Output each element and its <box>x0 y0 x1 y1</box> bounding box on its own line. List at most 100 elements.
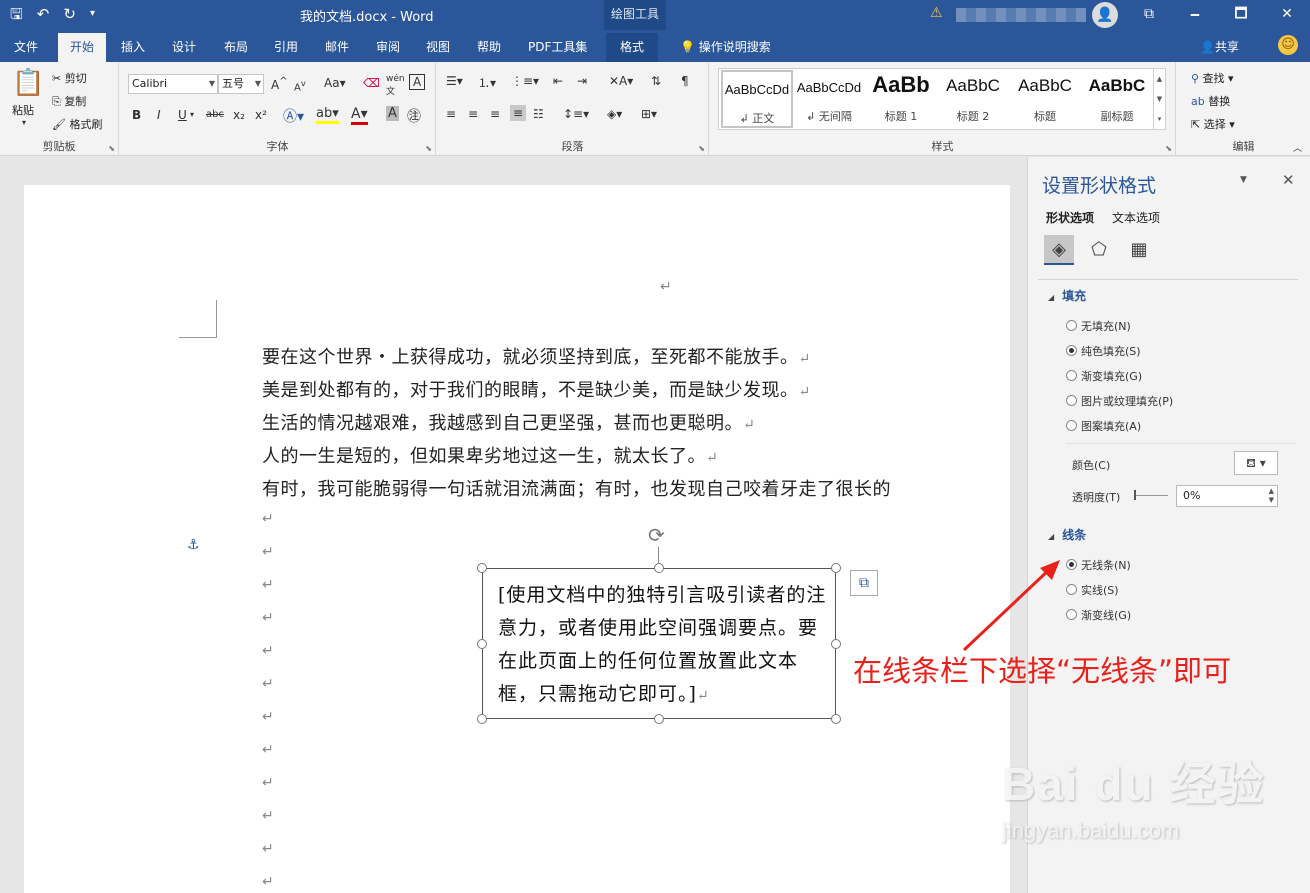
empty-paragraph[interactable]: ↵ <box>262 610 274 626</box>
shrink-font-icon[interactable]: Av <box>294 78 306 93</box>
font-size-select[interactable]: 五号 ▼ <box>218 74 264 94</box>
text-box[interactable]: [使用文档中的独特引言吸引读者的注意力，或者使用此空间强调要点。要在此页面上的任… <box>482 568 836 719</box>
resize-handle[interactable] <box>831 639 841 649</box>
fill-color-picker[interactable]: ⛾ ▾ <box>1234 451 1278 475</box>
avatar[interactable]: 👤 <box>1092 2 1118 28</box>
bullets-icon[interactable]: ☰▾ <box>446 74 463 88</box>
paste-dropdown-icon[interactable]: ▾ <box>22 118 26 127</box>
body-line-2[interactable]: 美是到处都有的，对于我们的眼睛，不是缺少美，而是缺少发现。↵ <box>262 376 811 402</box>
tab-help[interactable]: 帮助 <box>477 38 501 55</box>
paste-button[interactable]: 粘贴 <box>12 102 34 118</box>
pane-options-icon[interactable]: ▼ <box>1240 175 1247 185</box>
tab-layout[interactable]: 布局 <box>224 38 248 55</box>
paragraph-launcher-icon[interactable]: ⬊ <box>698 144 705 153</box>
feedback-smiley-icon[interactable]: ☺ <box>1278 35 1298 55</box>
copy-button[interactable]: ⎘ 复制 <box>52 93 86 109</box>
body-line-5[interactable]: 有时，我可能脆弱得一句话就泪流满面；有时，也发现自己咬着牙走了很长的 <box>262 475 891 501</box>
styles-launcher-icon[interactable]: ⬊ <box>1165 144 1172 153</box>
empty-paragraph[interactable]: ↵ <box>262 742 274 758</box>
tab-references[interactable]: 引用 <box>274 38 298 55</box>
ribbon-display-options-icon[interactable]: ⧉ <box>1126 0 1172 30</box>
chinese-layout-icon[interactable]: ✕A▾ <box>609 74 633 88</box>
cut-button[interactable]: ✂ 剪切 <box>52 70 87 86</box>
style-heading-2[interactable]: AaBbC 标题 2 <box>937 70 1009 128</box>
anchor-icon[interactable]: ⚓ <box>187 537 200 553</box>
show-marks-icon[interactable]: ¶ <box>681 74 689 88</box>
character-border-icon[interactable]: A <box>409 74 426 90</box>
style-title[interactable]: AaBbC 标题 <box>1009 70 1081 128</box>
warning-icon[interactable]: ⚠ <box>930 5 943 21</box>
tab-shape-options[interactable]: 形状选项 <box>1046 209 1094 226</box>
style-subtitle[interactable]: AaBbC 副标题 <box>1081 70 1153 128</box>
underline-button[interactable]: U <box>178 108 187 122</box>
resize-handle[interactable] <box>831 714 841 724</box>
resize-handle[interactable] <box>831 563 841 573</box>
character-shading-icon[interactable]: A <box>386 106 399 121</box>
underline-dropdown-icon[interactable]: ▾ <box>190 110 194 119</box>
tab-home[interactable]: 开始 <box>58 33 107 62</box>
empty-paragraph[interactable]: ↵ <box>262 841 274 857</box>
radio-gradient-line[interactable]: 渐变线(G) <box>1066 607 1131 623</box>
resize-handle[interactable] <box>477 639 487 649</box>
tab-format[interactable]: 格式 <box>606 33 659 62</box>
superscript-button[interactable]: x² <box>255 108 267 122</box>
numbering-icon[interactable]: ⒈▾ <box>478 74 496 91</box>
radio-no-fill[interactable]: 无填充(N) <box>1066 318 1131 334</box>
effects-icon[interactable]: ⬠ <box>1084 235 1114 265</box>
strikethrough-button[interactable]: abc <box>206 109 224 120</box>
tab-file[interactable]: 文件 <box>14 38 38 55</box>
tab-review[interactable]: 审阅 <box>376 38 400 55</box>
sort-icon[interactable]: ⇅ <box>651 74 661 88</box>
distributed-icon[interactable]: ☷ <box>533 107 544 121</box>
radio-no-line[interactable]: 无线条(N) <box>1066 557 1131 573</box>
minimize-button[interactable]: 🗕 <box>1172 0 1218 30</box>
empty-paragraph[interactable]: ↵ <box>262 676 274 692</box>
radio-solid-line[interactable]: 实线(S) <box>1066 582 1119 598</box>
more-styles-icon[interactable]: ▾ <box>1154 109 1165 129</box>
empty-paragraph[interactable]: ↵ <box>262 709 274 725</box>
decrease-indent-icon[interactable]: ⇤ <box>553 74 563 88</box>
line-spacing-icon[interactable]: ↕≡▾ <box>563 107 589 121</box>
subscript-button[interactable]: x₂ <box>233 108 245 122</box>
transparency-input[interactable]: 0% ▲ ▼ <box>1176 485 1278 507</box>
save-icon[interactable]: 🖫 <box>10 4 23 24</box>
text-effects-icon[interactable]: Ⓐ▾ <box>283 106 304 126</box>
empty-paragraph[interactable]: ↵ <box>262 808 274 824</box>
shading-icon[interactable]: ◈▾ <box>607 107 622 121</box>
enclose-characters-icon[interactable]: ㊟ <box>407 106 421 126</box>
italic-button[interactable]: I <box>157 108 161 122</box>
tab-mailings[interactable]: 邮件 <box>325 38 349 55</box>
tab-text-options[interactable]: 文本选项 <box>1112 209 1160 226</box>
align-center-icon[interactable]: ≡ <box>468 107 478 121</box>
customize-qat-icon[interactable]: ▾ <box>90 4 95 24</box>
font-launcher-icon[interactable]: ⬊ <box>425 144 432 153</box>
highlight-icon[interactable]: ab▾ <box>316 106 339 124</box>
chevron-up-icon[interactable]: ▲ <box>1154 69 1165 89</box>
body-line-1[interactable]: 要在这个世界・上获得成功，就必须坚持到底，至死都不能放手。↵ <box>262 343 811 369</box>
style-no-spacing[interactable]: AaBbCcDd ↲ 无间隔 <box>793 70 865 128</box>
change-case-icon[interactable]: Aa▾ <box>324 76 346 90</box>
align-left-icon[interactable]: ≡ <box>446 107 456 121</box>
radio-gradient-fill[interactable]: 渐变填充(G) <box>1066 368 1142 384</box>
empty-paragraph[interactable]: ↵ <box>262 577 274 593</box>
close-button[interactable]: ✕ <box>1264 0 1310 30</box>
chevron-down-icon[interactable]: ▼ <box>1154 89 1165 109</box>
justify-icon[interactable]: ≡ <box>510 105 527 121</box>
redo-icon[interactable]: ↻ <box>63 4 76 24</box>
share-button[interactable]: 👤共享 <box>1200 38 1239 55</box>
clear-formatting-icon[interactable]: ⌫ <box>363 76 380 90</box>
close-icon[interactable]: ✕ <box>1282 171 1295 189</box>
increase-indent-icon[interactable]: ⇥ <box>577 74 587 88</box>
text-box-content[interactable]: [使用文档中的独特引言吸引读者的注意力，或者使用此空间强调要点。要在此页面上的任… <box>498 579 828 713</box>
select-button[interactable]: ⇱ 选择 ▾ <box>1191 116 1235 132</box>
empty-paragraph[interactable]: ↵ <box>262 874 274 890</box>
clipboard-launcher-icon[interactable]: ⬊ <box>108 144 115 153</box>
grow-font-icon[interactable]: A^ <box>271 76 288 92</box>
format-painter-button[interactable]: 🖌 格式刷 <box>52 116 102 132</box>
find-button[interactable]: ⚲ 查找 ▾ <box>1191 70 1234 86</box>
body-line-4[interactable]: 人的一生是短的，但如果卑劣地过这一生，就太长了。↵ <box>262 442 718 468</box>
font-color-icon[interactable]: A▾ <box>351 106 368 125</box>
align-right-icon[interactable]: ≡ <box>490 107 500 121</box>
undo-icon[interactable]: ↶ <box>37 4 50 24</box>
style-heading-1[interactable]: AaBb 标题 1 <box>865 70 937 128</box>
